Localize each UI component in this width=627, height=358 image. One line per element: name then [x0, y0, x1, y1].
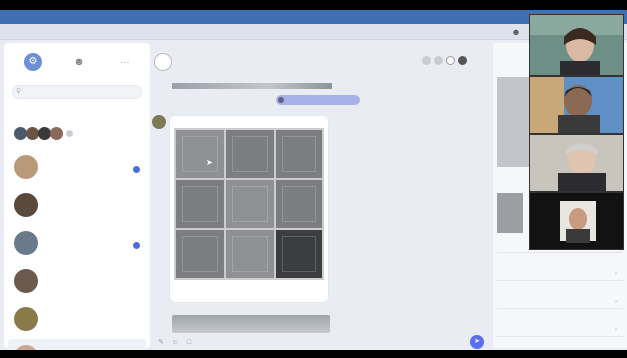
grid-image[interactable]: [226, 130, 274, 178]
emoji-icon[interactable]: ☺: [170, 338, 180, 348]
chat-preview: [44, 202, 126, 216]
media-thumbnail[interactable]: [497, 77, 531, 167]
video-tile[interactable]: [529, 134, 624, 192]
grid-image[interactable]: [176, 180, 224, 228]
grid-image[interactable]: [276, 130, 322, 178]
grid-image[interactable]: [226, 180, 274, 228]
chat-preview: [44, 316, 126, 330]
conversation-panel: ➤ ✎ ☺ □ ➤: [152, 43, 490, 349]
search-input[interactable]: ⚲: [12, 85, 142, 99]
left-panel-header: ⚙ ☻ ⋯: [4, 43, 150, 79]
grid-image[interactable]: [276, 230, 322, 278]
more-avatars-icon[interactable]: [66, 130, 73, 137]
image-grid[interactable]: ➤: [174, 128, 324, 280]
chevron-right-icon: ›: [615, 299, 617, 305]
participant-video: [530, 77, 623, 133]
group-avatar[interactable]: [154, 53, 172, 71]
participant-video: [530, 135, 623, 191]
chat-preview: [44, 278, 126, 292]
more-icon[interactable]: [458, 56, 467, 65]
avatar[interactable]: [50, 127, 63, 140]
image-icon[interactable]: □: [184, 338, 194, 348]
grid-image[interactable]: [176, 230, 224, 278]
grid-image[interactable]: [276, 180, 322, 228]
previous-image-preview[interactable]: [172, 83, 332, 89]
system-notice-pill: [276, 95, 360, 105]
video-tile[interactable]: [529, 76, 624, 134]
next-image-preview[interactable]: [172, 315, 330, 333]
notice-avatar: [278, 97, 284, 103]
conversation-header: [152, 43, 490, 79]
message-card: ➤: [170, 116, 328, 302]
list-item[interactable]: [8, 263, 146, 299]
details-item[interactable]: ›: [497, 323, 623, 337]
list-item[interactable]: [8, 149, 146, 185]
video-icon[interactable]: [434, 56, 443, 65]
unread-badge: [133, 166, 140, 173]
search-icon[interactable]: [446, 56, 455, 65]
unread-badge: [133, 242, 140, 249]
chat-list-panel: ⚙ ☻ ⋯ ⚲: [4, 43, 150, 350]
app-window: ☻ ⚙ ☻ ⋯ ⚲ ➤ ✎ ☺ □ ➤ › › ›: [0, 10, 627, 350]
avatar: [14, 269, 38, 293]
chat-preview: [44, 240, 126, 254]
details-item[interactable]: ›: [497, 295, 623, 309]
participant-video: [530, 193, 623, 249]
list-item[interactable]: [8, 301, 146, 337]
person-icon[interactable]: ☻: [72, 55, 86, 69]
search-icon: ⚲: [16, 88, 22, 95]
more-icon[interactable]: ⋯: [118, 55, 132, 69]
user-icon[interactable]: ☻: [510, 26, 522, 38]
details-item[interactable]: ›: [497, 267, 623, 281]
grid-image[interactable]: [226, 230, 274, 278]
send-button[interactable]: ➤: [470, 335, 484, 349]
avatar: [14, 155, 38, 179]
list-item[interactable]: [8, 339, 146, 350]
media-thumbnail[interactable]: [497, 193, 523, 233]
chevron-right-icon: ›: [615, 327, 617, 333]
chat-preview: [44, 164, 126, 178]
sender-avatar[interactable]: [152, 115, 166, 129]
avatar: [14, 193, 38, 217]
video-tile[interactable]: [529, 192, 624, 250]
video-tile[interactable]: [529, 14, 624, 76]
grid-image[interactable]: [176, 130, 224, 178]
cursor-icon: ➤: [206, 158, 213, 167]
message-composer: ✎ ☺ □ ➤: [152, 335, 490, 349]
attach-icon[interactable]: ✎: [156, 338, 166, 348]
list-item[interactable]: [8, 187, 146, 223]
avatar: [14, 231, 38, 255]
avatar: [14, 307, 38, 331]
phone-icon[interactable]: [422, 56, 431, 65]
list-item[interactable]: [8, 225, 146, 261]
avatar: [14, 345, 38, 350]
chevron-right-icon: ›: [615, 271, 617, 277]
participant-video: [530, 15, 623, 75]
app-logo-icon[interactable]: ⚙: [24, 53, 42, 71]
